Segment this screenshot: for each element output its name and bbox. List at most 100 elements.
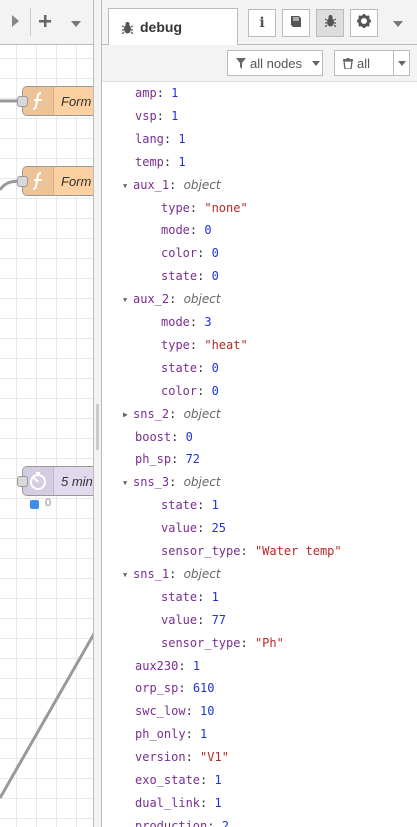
property-key: type: [161, 338, 190, 352]
trash-icon: [343, 57, 353, 69]
property-row: color: 0: [161, 384, 219, 398]
property-row: swc_low: 10: [135, 704, 215, 718]
object-row[interactable]: ▼ aux_1: object: [123, 176, 221, 194]
property-value: 1: [178, 155, 186, 169]
property-row: mode: 3: [161, 315, 212, 329]
property-value: object: [183, 475, 221, 489]
property-key: production: [135, 819, 208, 827]
property-row: color: 0: [161, 246, 219, 260]
chevron-down-icon: [71, 14, 81, 30]
status-text: 0: [45, 497, 52, 509]
clear-menu-button[interactable]: [394, 50, 410, 76]
property-value: 0: [211, 269, 219, 283]
property-value: 1: [171, 86, 179, 100]
property-key: exo_state: [135, 773, 201, 787]
function-node[interactable]: Form: [22, 166, 95, 196]
config-button[interactable]: [350, 9, 378, 37]
property-row: state: 1: [161, 498, 219, 512]
wires: [0, 99, 95, 799]
object-row[interactable]: ▼ sns_3: object: [123, 473, 221, 491]
property-row: dual_link: 1: [135, 796, 222, 810]
property-key: aux_1: [133, 178, 170, 192]
bug-icon: [324, 14, 337, 32]
property-value: object: [183, 567, 221, 581]
clear-button[interactable]: all: [334, 50, 394, 76]
property-key: aux_2: [133, 292, 170, 306]
property-key: state: [161, 269, 198, 283]
property-value: object: [183, 178, 221, 192]
property-value: 1: [211, 498, 219, 512]
node-label: 5 min: [61, 474, 93, 489]
property-value: 77: [211, 613, 227, 627]
help-button[interactable]: [282, 9, 310, 37]
property-row: vsp: 1: [135, 109, 179, 123]
property-value: "V1": [200, 750, 229, 764]
property-value: 1: [171, 109, 179, 123]
object-row[interactable]: ▼ aux_2: object: [123, 290, 221, 308]
property-key: value: [161, 521, 198, 535]
chevron-down-icon: [393, 14, 403, 32]
splitter-handle[interactable]: [96, 404, 99, 450]
tab-menu-button[interactable]: [62, 8, 90, 36]
bug-icon: [121, 21, 134, 34]
property-row: type: "heat": [161, 338, 248, 352]
property-key: value: [161, 613, 198, 627]
input-port[interactable]: [17, 176, 28, 187]
property-row: exo_state: 1: [135, 773, 222, 787]
property-value: 1: [211, 590, 219, 604]
property-key: state: [161, 498, 198, 512]
property-key: boost: [135, 430, 172, 444]
property-row: sensor_type: "Water temp": [161, 544, 342, 558]
property-key: mode: [161, 315, 190, 329]
info-button[interactable]: i: [248, 9, 276, 37]
flow-canvas[interactable]: Form Form 5 min 0: [0, 0, 95, 827]
node-label: Form: [61, 174, 92, 189]
expand-open-icon[interactable]: ▼: [123, 291, 133, 309]
book-icon: [289, 14, 303, 33]
tab-debug[interactable]: debug: [108, 8, 238, 45]
expand-closed-icon[interactable]: ▶: [123, 406, 133, 424]
deploy-button[interactable]: [0, 8, 31, 36]
property-key: ph_only: [135, 727, 186, 741]
property-value: 10: [200, 704, 215, 718]
property-value: 1: [178, 132, 186, 146]
function-node[interactable]: Form: [22, 86, 95, 116]
expand-open-icon[interactable]: ▼: [123, 177, 133, 195]
debug-button[interactable]: [316, 9, 344, 37]
property-value: 610: [192, 681, 215, 695]
chevron-down-icon: [312, 60, 321, 66]
sidebar-splitter[interactable]: [93, 0, 102, 827]
expand-open-icon[interactable]: ▼: [123, 566, 133, 584]
property-key: swc_low: [135, 704, 186, 718]
inject-node[interactable]: 5 min: [22, 466, 95, 496]
filter-icon: [236, 57, 246, 69]
triangle-right-icon: [10, 14, 20, 31]
object-row[interactable]: ▼ sns_1: object: [123, 565, 221, 583]
sidebar-menu-button[interactable]: [384, 9, 412, 37]
input-port[interactable]: [17, 96, 28, 107]
property-row: mode: 0: [161, 223, 212, 237]
property-key: aux230: [135, 659, 179, 673]
property-value: 3: [204, 315, 212, 329]
debug-toolbar: all nodes all: [102, 45, 417, 82]
object-row[interactable]: ▶ sns_2: object: [123, 405, 221, 423]
node-label: Form: [61, 94, 92, 109]
debug-message-list[interactable]: amp: 1 vsp: 1 lang: 1 temp: 1 ▼ aux_1: object…: [102, 82, 417, 827]
property-row: temp: 1: [135, 155, 186, 169]
canvas-toolbar: [0, 0, 95, 45]
filter-nodes-button[interactable]: all nodes: [227, 50, 323, 76]
property-row: ph_only: 1: [135, 727, 208, 741]
property-row: production: 2: [135, 817, 229, 827]
property-key: dual_link: [135, 796, 201, 810]
property-value: 1: [214, 796, 222, 810]
property-key: amp: [135, 86, 157, 100]
property-key: ph_sp: [135, 452, 172, 466]
property-value: 25: [211, 521, 227, 535]
inject-button[interactable]: [17, 476, 28, 487]
property-value: object: [183, 407, 221, 421]
add-tab-button[interactable]: [32, 8, 58, 36]
property-row: amp: 1: [135, 86, 179, 100]
property-value: 1: [214, 773, 222, 787]
property-value: 0: [204, 223, 212, 237]
expand-open-icon[interactable]: ▼: [123, 474, 133, 492]
